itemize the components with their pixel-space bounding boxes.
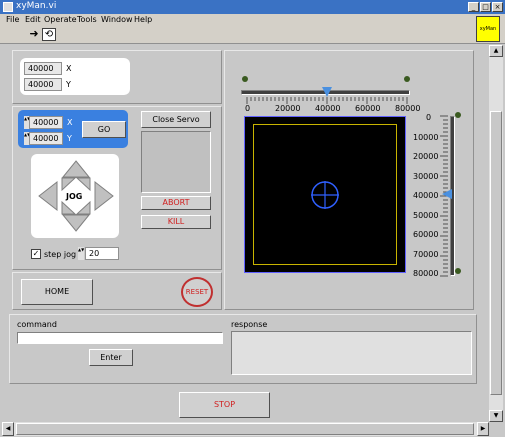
x-slider-left-led: [242, 76, 248, 82]
step-size-input[interactable]: 20: [85, 247, 119, 260]
step-size-stepper-icon[interactable]: ▲▼: [78, 247, 84, 260]
x-slider-thumb[interactable]: [322, 87, 332, 97]
scroll-right-button[interactable]: ▶: [477, 422, 489, 436]
jog-down-left-icon[interactable]: [61, 200, 77, 215]
response-display: [231, 331, 472, 375]
y-goto-input[interactable]: 40000: [29, 132, 63, 145]
minimize-button[interactable]: _: [468, 2, 479, 12]
step-jog-label: step jog: [44, 250, 77, 259]
app-icon: [3, 2, 13, 12]
horizontal-scroll-thumb[interactable]: [16, 423, 474, 435]
close-servo-loop-button[interactable]: Close Servo Loop: [141, 111, 211, 139]
menu-edit[interactable]: Edit: [25, 15, 41, 24]
y-tick-label-7: 70000: [413, 250, 439, 259]
y-slider-thumb[interactable]: [442, 189, 452, 199]
run-arrow-icon[interactable]: ➜: [27, 28, 41, 41]
vertical-scrollbar[interactable]: ▲ ▼: [489, 45, 503, 422]
jog-up-icon[interactable]: [61, 160, 91, 178]
xy-plot[interactable]: [244, 116, 406, 273]
y-goto-label: Y: [67, 134, 72, 143]
y-tick-label-8: 80000: [413, 269, 439, 278]
x-tick-label-0: 0: [245, 104, 251, 113]
step-jog-checkbox[interactable]: ✓: [31, 249, 41, 259]
x-tick-label-4: 80000: [395, 104, 421, 113]
servo-status-area: [141, 131, 211, 193]
y-position-label: Y: [66, 80, 71, 89]
response-label: response: [231, 320, 268, 329]
enter-button[interactable]: Enter: [89, 349, 133, 366]
jog-left-icon[interactable]: [38, 180, 58, 212]
y-tick-label-1: 10000: [413, 133, 439, 142]
kill-button[interactable]: KILL: [141, 215, 211, 229]
menu-bar: File Edit Operate Tools Window Help: [0, 14, 505, 27]
title-bar: xyMan.vi _ □ ×: [0, 0, 505, 14]
y-tick-label-2: 20000: [413, 152, 439, 161]
jog-right-icon[interactable]: [94, 180, 114, 212]
y-tick-label-6: 60000: [413, 230, 439, 239]
jog-down-icon[interactable]: [61, 214, 91, 232]
y-tick-label-3: 30000: [413, 172, 439, 181]
y-tick-label-5: 50000: [413, 211, 439, 220]
menu-help[interactable]: Help: [134, 15, 152, 24]
x-goto-input[interactable]: 40000: [29, 116, 63, 129]
jog-label: JOG: [66, 192, 83, 201]
horizontal-scrollbar[interactable]: ◀ ▶: [2, 422, 489, 436]
crosshair-cursor-icon: [311, 180, 339, 209]
window-title: xyMan.vi: [16, 1, 57, 11]
scroll-up-button[interactable]: ▲: [489, 45, 503, 57]
x-tick-label-3: 60000: [355, 104, 381, 113]
jog-down-right-icon[interactable]: [75, 200, 91, 215]
maximize-button[interactable]: □: [480, 2, 491, 12]
menu-operate[interactable]: Operate: [44, 15, 77, 24]
command-label: command: [17, 320, 57, 329]
close-button[interactable]: ×: [492, 2, 503, 12]
y-position-indicator: 40000: [24, 78, 62, 91]
vertical-scroll-thumb[interactable]: [490, 111, 502, 395]
menu-file[interactable]: File: [6, 15, 19, 24]
home-button[interactable]: HOME: [21, 279, 93, 305]
command-input[interactable]: [17, 332, 223, 344]
go-button[interactable]: GO: [82, 121, 126, 138]
reset-button[interactable]: RESET: [181, 277, 213, 307]
scroll-left-button[interactable]: ◀: [2, 422, 14, 436]
x-slider-right-led: [404, 76, 410, 82]
x-tick-label-2: 40000: [315, 104, 341, 113]
menu-window[interactable]: Window: [101, 15, 133, 24]
y-tick-label-0: 0: [426, 113, 432, 122]
x-tick-label-1: 20000: [275, 104, 301, 113]
abort-button[interactable]: ABORT: [141, 196, 211, 210]
x-goto-label: X: [67, 118, 73, 127]
jog-up-right-icon[interactable]: [75, 177, 91, 192]
x-position-label: X: [66, 64, 72, 73]
y-slider-bottom-led: [455, 268, 461, 274]
y-slider-top-led: [455, 112, 461, 118]
stop-button[interactable]: STOP: [179, 392, 270, 418]
scroll-down-button[interactable]: ▼: [489, 410, 503, 422]
x-position-indicator: 40000: [24, 62, 62, 75]
jog-up-left-icon[interactable]: [61, 177, 77, 192]
y-tick-label-4: 40000: [413, 191, 439, 200]
toolbar: ➜ ⟲: [0, 27, 505, 44]
run-continuously-icon[interactable]: ⟲: [42, 28, 56, 41]
vi-icon-badge: xyMan: [476, 16, 500, 42]
menu-tools[interactable]: Tools: [77, 15, 97, 24]
